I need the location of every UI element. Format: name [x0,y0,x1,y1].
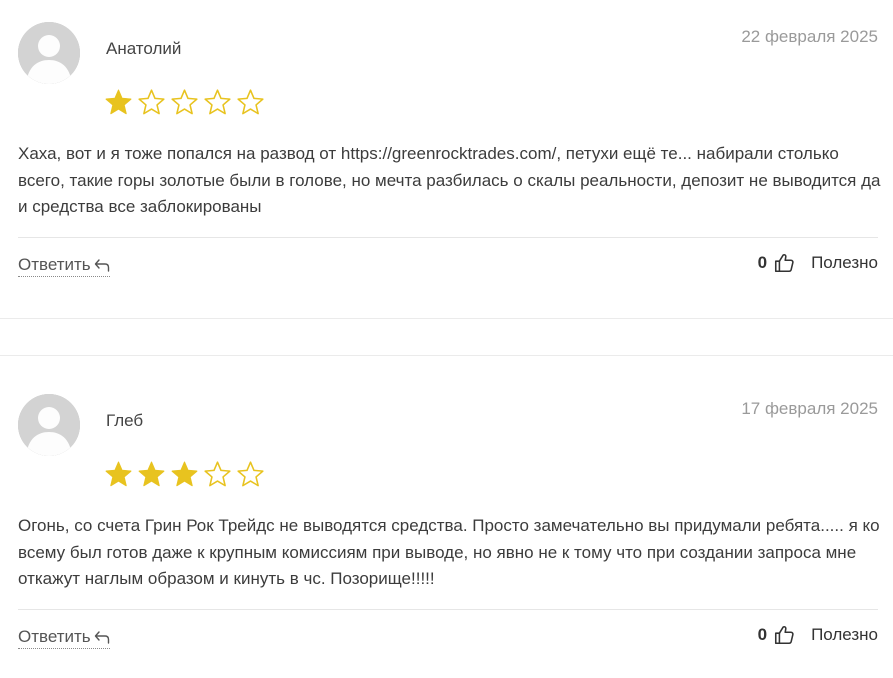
reply-label: Ответить [18,627,91,646]
review-author: Глеб [106,411,144,430]
review-divider [18,237,878,238]
thumbs-up-icon[interactable] [773,624,795,646]
review-separator [0,355,893,356]
thumbs-up-icon[interactable] [773,252,795,274]
star-filled-icon [138,461,165,487]
review-text: Хаха, вот и я тоже попался на развод от … [18,144,881,216]
reply-button[interactable]: Ответить [18,255,110,277]
star-outline-icon [204,461,231,487]
review-text: Огонь, со счета Грин Рок Трейдс не вывод… [18,516,880,588]
review-date: 22 февраля 2025 [741,27,878,46]
star-outline-icon [237,461,264,487]
user-avatar-icon [18,22,80,84]
reply-arrow-icon [94,259,109,272]
review-date: 17 февраля 2025 [741,399,878,418]
helpful-button[interactable]: Полезно [811,253,878,273]
vote-count: 0 [757,625,768,644]
star-outline-icon [237,89,264,115]
review-divider [18,609,878,610]
rating-stars [104,88,265,117]
star-filled-icon [105,461,132,487]
star-outline-icon [171,89,198,115]
star-outline-icon [138,89,165,115]
vote-block: 0 Полезно [758,624,878,646]
reply-button[interactable]: Ответить [18,627,110,649]
user-avatar-icon [18,394,80,456]
review-card: Анатолий 22 февраля 2025 Хаха, вот и я т… [0,0,893,320]
reply-label: Ответить [18,255,91,274]
review-card: Глеб 17 февраля 2025 Огонь, со счета Гри… [0,372,893,678]
star-filled-icon [105,89,132,115]
star-outline-icon [204,89,231,115]
reply-arrow-icon [94,631,109,644]
review-author: Анатолий [106,39,182,58]
vote-block: 0 Полезно [758,252,878,274]
rating-stars [104,460,265,489]
helpful-button[interactable]: Полезно [811,625,878,645]
star-filled-icon [171,461,198,487]
vote-count: 0 [757,253,768,272]
